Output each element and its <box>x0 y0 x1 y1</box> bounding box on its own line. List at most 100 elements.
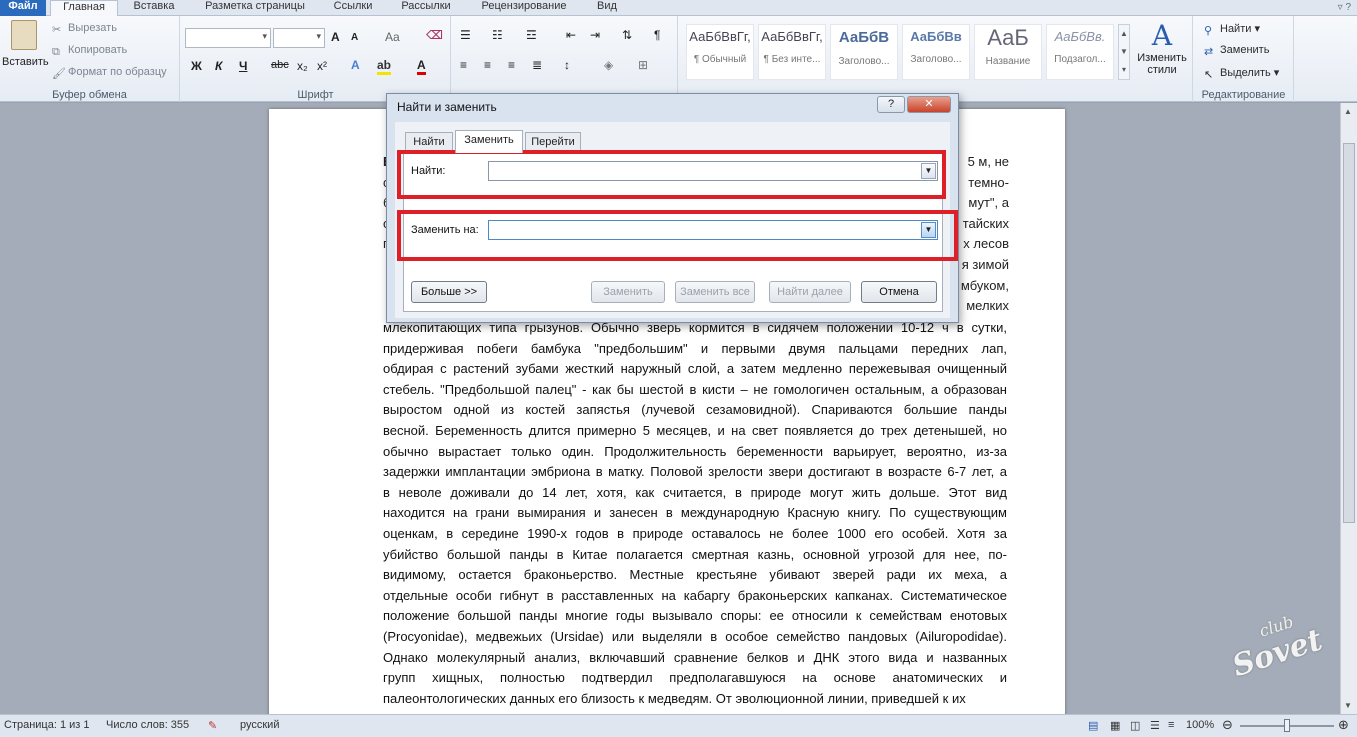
scroll-up-icon[interactable]: ▲ <box>1344 107 1352 116</box>
style-subtitle[interactable]: АаБбВв. Подзагол... <box>1046 24 1114 80</box>
shading-icon[interactable]: ◈ <box>604 58 613 72</box>
full-screen-icon[interactable]: ▦ <box>1110 719 1120 732</box>
font-size-select[interactable] <box>273 28 325 48</box>
font-color-button[interactable]: A <box>417 58 426 75</box>
zoom-out-icon[interactable]: ⊖ <box>1222 717 1233 733</box>
subscript-button[interactable]: x₂ <box>297 59 308 73</box>
document-line: групп хищных, полностью подтвердил предп… <box>383 670 1007 686</box>
page-count[interactable]: Страница: 1 из 1 <box>4 719 90 731</box>
style-title[interactable]: АаБ Название <box>974 24 1042 80</box>
shrink-font-button[interactable]: A <box>351 32 358 43</box>
tab-replace[interactable]: Заменить <box>455 130 523 153</box>
style-heading-2[interactable]: АаБбВв Заголово... <box>902 24 970 80</box>
line-spacing-icon[interactable]: ↕ <box>564 58 570 72</box>
select-button[interactable]: ↖ Выделить ▾ <box>1204 66 1279 81</box>
superscript-button[interactable]: x² <box>317 59 327 73</box>
find-button[interactable]: ⚲ Найти ▾ <box>1204 22 1260 37</box>
style-name: Подзагол... <box>1054 54 1106 65</box>
copy-button[interactable]: ⧉ Копировать <box>52 44 127 59</box>
change-styles-button[interactable]: A Изменить стили <box>1134 19 1190 77</box>
cancel-button[interactable]: Отмена <box>861 281 937 303</box>
covered-line-end: темно- <box>968 174 1009 190</box>
replace-button[interactable]: ⇄ Заменить <box>1204 44 1269 58</box>
draft-icon[interactable]: ≡ <box>1168 719 1174 731</box>
zoom-level[interactable]: 100% <box>1186 719 1214 731</box>
cursor-icon: ↖ <box>1204 69 1214 81</box>
style-normal[interactable]: АаБбВвГг, ¶ Обычный <box>686 24 754 80</box>
document-text[interactable]: млекопитающих типа грызунов. Обычно звер… <box>383 318 1007 709</box>
scrollbar-thumb[interactable] <box>1343 143 1355 523</box>
web-layout-icon[interactable]: ◫ <box>1130 719 1140 732</box>
tab-mailings[interactable]: Рассылки <box>388 0 464 16</box>
tab-find[interactable]: Найти <box>405 132 453 152</box>
grow-font-button[interactable]: A <box>331 30 340 44</box>
find-replace-dialog: Найти и заменить ? ✕ Найти Заменить Пере… <box>386 93 959 323</box>
dialog-title: Найти и заменить <box>397 100 497 114</box>
highlight-color-icon[interactable]: ab <box>377 58 392 75</box>
tab-review[interactable]: Рецензирование <box>466 0 582 16</box>
show-marks-icon[interactable]: ¶ <box>654 28 660 42</box>
justify-icon[interactable]: ≣ <box>532 58 542 72</box>
scroll-down-icon[interactable]: ▼ <box>1344 701 1352 710</box>
multilevel-list-icon[interactable]: ☲ <box>526 28 537 42</box>
document-line: в неволе доживали до 14 лет, хотя, как с… <box>383 484 1007 500</box>
tab-references[interactable]: Ссылки <box>322 0 384 16</box>
styles-scroll-icon[interactable]: ▲ ▼ ▾ <box>1118 24 1130 80</box>
clipboard-group-label: Буфер обмена <box>52 89 127 101</box>
font-name-select[interactable] <box>185 28 271 48</box>
style-no-spacing[interactable]: АаБбВвГг, ¶ Без инте... <box>758 24 826 80</box>
tab-page-layout[interactable]: Разметка страницы <box>190 0 320 16</box>
increase-indent-icon[interactable]: ⇥ <box>590 28 600 42</box>
align-right-icon[interactable]: ≡ <box>508 58 515 72</box>
numbering-icon[interactable]: ☷ <box>492 28 503 42</box>
style-heading-1[interactable]: АаБбВ Заголово... <box>830 24 898 80</box>
replace-button[interactable]: Заменить <box>591 281 665 303</box>
outline-icon[interactable]: ☰ <box>1150 719 1160 732</box>
text-effects-button[interactable]: A <box>351 58 360 72</box>
italic-button[interactable]: К <box>215 59 222 73</box>
bold-button[interactable]: Ж <box>191 59 202 73</box>
change-case-button[interactable]: Aa <box>385 30 400 44</box>
help-icon[interactable]: ▿ ? <box>1338 2 1351 13</box>
font-group: A A Aa ⌫ Ж К Ч abc x₂ x² A ab A Шрифт <box>181 16 451 102</box>
paste-button[interactable]: Вставить <box>2 20 49 68</box>
underline-button[interactable]: Ч <box>239 59 247 73</box>
paste-label: Вставить <box>2 56 49 68</box>
dialog-help-button[interactable]: ? <box>877 96 905 113</box>
cut-button[interactable]: ✂ Вырезать <box>52 22 117 36</box>
language[interactable]: русский <box>240 719 279 731</box>
align-center-icon[interactable]: ≡ <box>484 58 491 72</box>
align-left-icon[interactable]: ≡ <box>460 58 467 72</box>
clear-format-icon[interactable]: ⌫ <box>426 28 443 42</box>
style-sample: АаБбВ <box>838 29 890 46</box>
proofing-icon[interactable]: ✎ <box>208 719 217 732</box>
zoom-in-icon[interactable]: ⊕ <box>1338 717 1349 733</box>
tab-insert[interactable]: Вставка <box>120 0 188 16</box>
borders-icon[interactable]: ⊞ <box>638 58 648 72</box>
change-styles-icon: A <box>1151 19 1173 52</box>
style-name: Заголово... <box>910 54 962 65</box>
bullets-icon[interactable]: ☰ <box>460 28 471 42</box>
document-line: находится на грани вымирания и занесен в… <box>383 505 1007 521</box>
tab-view[interactable]: Вид <box>584 0 630 16</box>
covered-line-end: мут", а <box>968 195 1009 211</box>
style-sample: АаБбВвГг, <box>761 29 823 44</box>
format-painter-button[interactable]: 🖌 Формат по образцу <box>52 66 167 80</box>
zoom-slider-thumb[interactable] <box>1284 719 1290 732</box>
find-next-button[interactable]: Найти далее <box>769 281 851 303</box>
tab-goto[interactable]: Перейти <box>525 132 581 152</box>
covered-line-end: я зимой <box>961 256 1009 272</box>
vertical-scrollbar[interactable]: ▲ ▼ <box>1340 103 1357 714</box>
dialog-close-button[interactable]: ✕ <box>907 96 951 113</box>
cut-label: Вырезать <box>68 22 117 34</box>
more-button[interactable]: Больше >> <box>411 281 487 303</box>
sort-icon[interactable]: ⇅ <box>622 28 632 42</box>
word-count[interactable]: Число слов: 355 <box>106 719 189 731</box>
strikethrough-button[interactable]: abc <box>271 59 289 71</box>
print-layout-icon[interactable]: ▤ <box>1088 719 1098 732</box>
replace-all-button[interactable]: Заменить все <box>675 281 755 303</box>
replace-icon: ⇄ <box>1204 46 1214 58</box>
tab-home[interactable]: Главная <box>50 0 118 17</box>
decrease-indent-icon[interactable]: ⇤ <box>566 28 576 42</box>
tab-file[interactable]: Файл <box>0 0 46 16</box>
